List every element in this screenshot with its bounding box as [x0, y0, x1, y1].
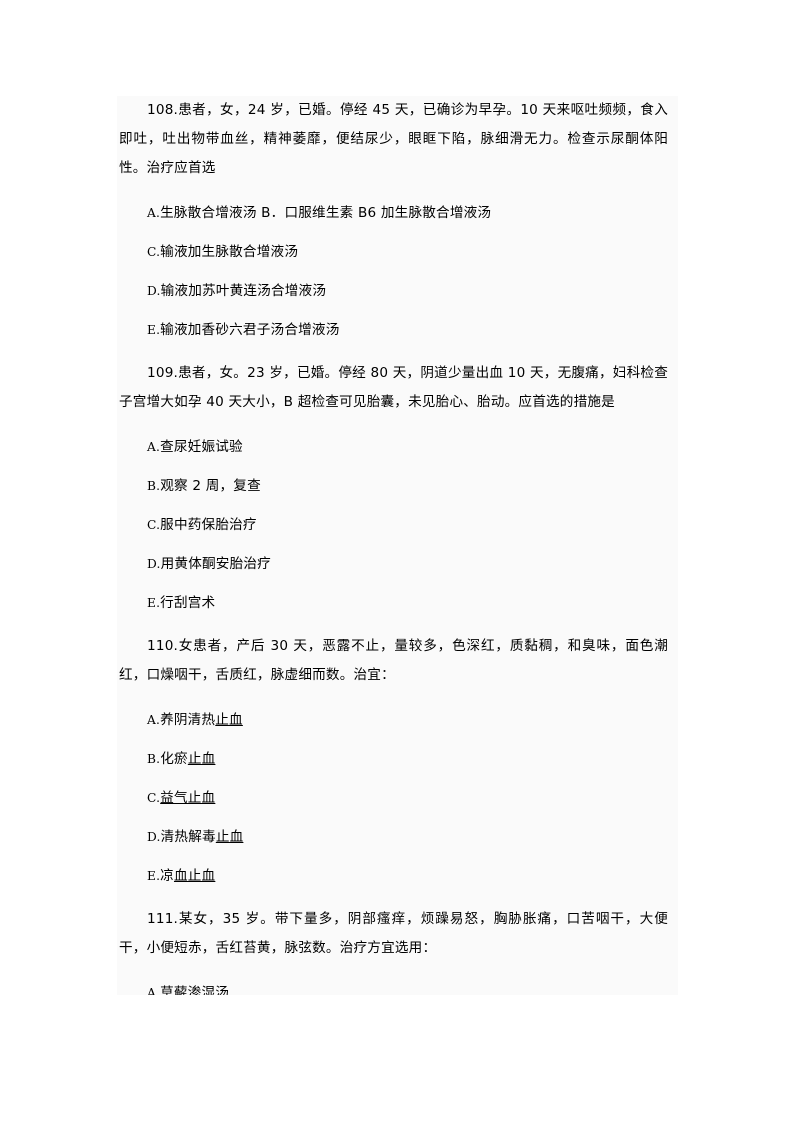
option-text-underlined: 血止血 — [173, 868, 216, 884]
option-text: 养阴清热 — [160, 712, 216, 728]
option-marker: B. — [147, 479, 161, 493]
option-marker: D. — [147, 830, 161, 844]
option-110-d[interactable]: D.清热解毒止血 — [147, 827, 674, 847]
option-109-b[interactable]: B.观察 2 周，复查 — [147, 476, 674, 496]
option-text-underlined: 止血 — [215, 712, 243, 728]
option-text-underlined: 止血 — [215, 829, 244, 845]
question-group-108: 108.患者，女，24 岁，已婚。停经 45 天，已确诊为早孕。10 天来呕吐频… — [117, 96, 674, 340]
document-body: 108.患者，女，24 岁，已婚。停经 45 天，已确诊为早孕。10 天来呕吐频… — [117, 96, 678, 995]
option-list-110: A.养阴清热止血 B.化瘀止血 C.益气止血 D.清热解毒止血 E.凉血止血 — [117, 710, 674, 886]
option-text: 生脉散合增液汤 B．口服维生素 B6 加生脉散合增液汤 — [160, 205, 492, 221]
question-group-111: 111.某女，35 岁。带下量多，阴部瘙痒，烦躁易怒，胸胁胀痛，口苦咽干，大便干… — [117, 905, 674, 995]
question-stem-109: 109.患者，女。23 岁，已婚。停经 80 天，阴道少量出血 10 天，无腹痛… — [119, 365, 668, 410]
option-110-e[interactable]: E.凉血止血 — [147, 866, 674, 886]
option-marker: E. — [147, 869, 161, 883]
question-group-110: 110.女患者，产后 30 天，恶露不止，量较多，色深红，质黏稠，和臭味，面色潮… — [117, 632, 674, 886]
option-text: 查尿妊娠试验 — [160, 439, 243, 455]
option-text: 输液加香砂六君子汤合增液汤 — [160, 322, 340, 338]
question-group-109: 109.患者，女。23 岁，已婚。停经 80 天，阴道少量出血 10 天，无腹痛… — [117, 359, 674, 613]
option-110-a[interactable]: A.养阴清热止血 — [147, 710, 674, 730]
option-text: 观察 2 周，复查 — [160, 478, 261, 494]
option-marker: E. — [147, 323, 161, 337]
option-108-c[interactable]: C.输液加生脉散合增液汤 — [147, 242, 674, 262]
option-marker: A. — [147, 713, 161, 727]
option-marker: B. — [147, 752, 161, 766]
option-110-c[interactable]: C.益气止血 — [147, 788, 674, 808]
option-109-e[interactable]: E.行刮宫术 — [147, 593, 674, 613]
option-marker: D. — [147, 557, 161, 571]
option-marker: A. — [147, 440, 161, 454]
option-list-109: A.查尿妊娠试验 B.观察 2 周，复查 C.服中药保胎治疗 D.用黄体酮安胎治… — [117, 437, 674, 613]
option-108-e[interactable]: E.输液加香砂六君子汤合增液汤 — [147, 320, 674, 340]
option-marker: C. — [147, 245, 161, 259]
option-text: 化瘀 — [160, 751, 188, 767]
option-marker: A. — [147, 986, 161, 995]
option-text: 清热解毒 — [160, 829, 216, 845]
option-marker: C. — [147, 518, 161, 532]
option-109-c[interactable]: C.服中药保胎治疗 — [147, 515, 674, 535]
option-text: 输液加生脉散合增液汤 — [160, 244, 299, 260]
option-110-b[interactable]: B.化瘀止血 — [147, 749, 674, 769]
option-text: 行刮宫术 — [160, 595, 216, 611]
option-108-a[interactable]: A.生脉散合增液汤 B．口服维生素 B6 加生脉散合增液汤 — [147, 203, 674, 223]
option-text: 输液加苏叶黄连汤合增液汤 — [160, 283, 327, 299]
option-111-a[interactable]: A.草薢渗湿汤 — [147, 983, 674, 995]
option-text-underlined: 益气止血 — [160, 790, 216, 806]
option-109-d[interactable]: D.用黄体酮安胎治疗 — [147, 554, 674, 574]
option-marker: E. — [147, 596, 161, 610]
option-text-underlined: 止血 — [187, 751, 216, 767]
option-marker: A. — [147, 206, 161, 220]
question-stem-108: 108.患者，女，24 岁，已婚。停经 45 天，已确诊为早孕。10 天来呕吐频… — [119, 102, 668, 176]
option-text: 用黄体酮安胎治疗 — [160, 556, 271, 572]
option-text: 草薢渗湿汤 — [160, 985, 230, 995]
option-marker: D. — [147, 284, 161, 298]
option-list-108: A.生脉散合增液汤 B．口服维生素 B6 加生脉散合增液汤 C.输液加生脉散合增… — [117, 203, 674, 340]
option-list-111: A.草薢渗湿汤 B.二妙汤 — [117, 983, 674, 995]
document-content-block: 108.患者，女，24 岁，已婚。停经 45 天，已确诊为早孕。10 天来呕吐频… — [117, 96, 678, 995]
question-stem-111: 111.某女，35 岁。带下量多，阴部瘙痒，烦躁易怒，胸胁胀痛，口苦咽干，大便干… — [119, 911, 668, 956]
option-109-a[interactable]: A.查尿妊娠试验 — [147, 437, 674, 457]
option-text: 凉 — [160, 868, 174, 884]
option-text: 服中药保胎治疗 — [160, 517, 257, 533]
option-marker: C. — [147, 791, 161, 805]
option-108-d[interactable]: D.输液加苏叶黄连汤合增液汤 — [147, 281, 674, 301]
question-stem-110: 110.女患者，产后 30 天，恶露不止，量较多，色深红，质黏稠，和臭味，面色潮… — [119, 638, 668, 683]
